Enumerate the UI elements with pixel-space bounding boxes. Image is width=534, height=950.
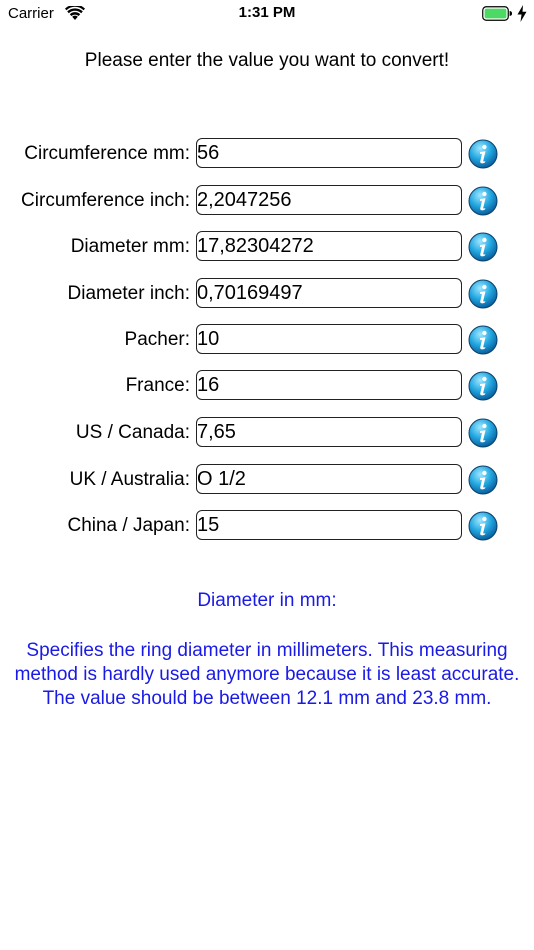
field-label: US / Canada: [75,422,190,443]
info-icon [468,325,498,358]
info-button[interactable] [468,418,498,448]
field-description: Diameter in mm: Specifies the ring diame… [10,589,524,711]
us-canada-input[interactable] [196,417,462,447]
clock: 1:31 PM [238,4,296,21]
info-button[interactable] [468,279,498,309]
field-label: China / Japan: [67,515,190,536]
china-japan-input[interactable] [196,510,462,540]
info-icon [468,511,498,544]
field-label: Diameter mm: [70,236,190,257]
circumference-inch-input[interactable] [196,185,462,215]
info-icon [468,232,498,265]
diameter-mm-input[interactable] [196,231,462,261]
row-diameter-mm: Diameter mm: [0,231,534,263]
field-label: Circumference inch: [21,190,190,211]
charging-bolt-icon [517,5,527,22]
info-button[interactable] [468,232,498,262]
france-input[interactable] [196,370,462,400]
prompt-text: Please enter the value you want to conve… [84,50,450,71]
field-label: Pacher: [124,329,190,350]
description-body: Specifies the ring diameter in millimete… [14,640,520,709]
info-icon [468,186,498,219]
row-circumference-mm: Circumference mm: [0,138,534,170]
row-uk-australia: UK / Australia: [0,464,534,496]
info-button[interactable] [468,511,498,541]
info-button[interactable] [468,371,498,401]
status-bar: Carrier 1:31 PM [0,0,534,28]
info-button[interactable] [468,186,498,216]
field-label: France: [125,375,190,396]
field-label: Circumference mm: [24,143,190,164]
info-icon [468,371,498,404]
pacher-input[interactable] [196,324,462,354]
field-label: Diameter inch: [67,283,191,304]
circumference-mm-input[interactable] [196,138,462,168]
row-circumference-inch: Circumference inch: [0,185,534,217]
info-button[interactable] [468,465,498,495]
row-us-canada: US / Canada: [0,417,534,449]
row-china-japan: China / Japan: [0,510,534,542]
info-button[interactable] [468,139,498,169]
info-button[interactable] [468,325,498,355]
row-pacher: Pacher: [0,324,534,356]
description-title: Diameter in mm: [197,590,337,611]
info-icon [468,279,498,312]
info-icon [468,418,498,451]
diameter-inch-input[interactable] [196,278,462,308]
field-label: UK / Australia: [69,469,190,490]
row-france: France: [0,370,534,402]
info-icon [468,465,498,498]
info-icon [468,139,498,172]
row-diameter-inch: Diameter inch: [0,278,534,310]
battery-icon [482,6,513,21]
uk-australia-input[interactable] [196,464,462,494]
